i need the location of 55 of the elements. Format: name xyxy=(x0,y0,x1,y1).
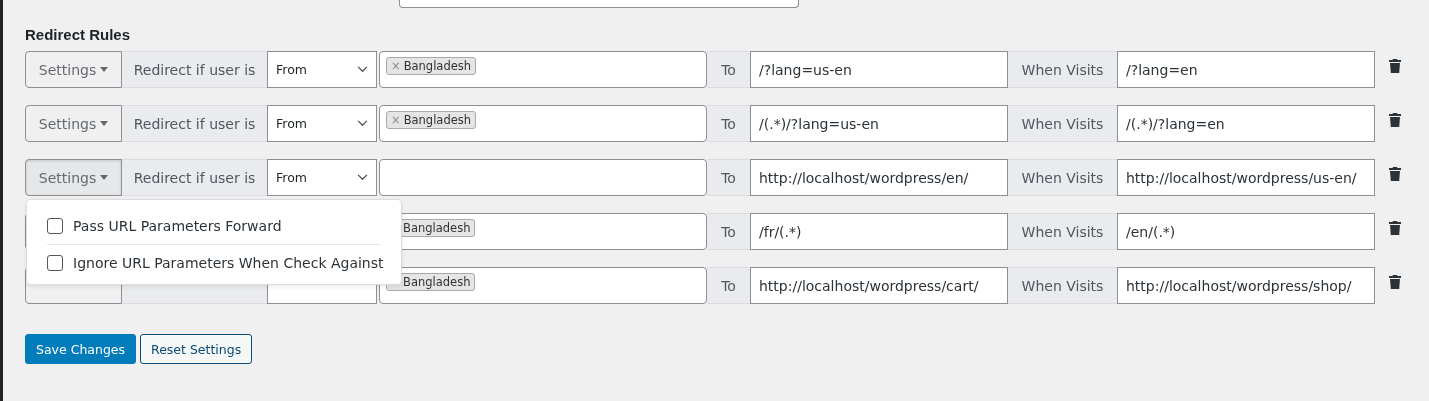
chevron-down-icon xyxy=(357,120,368,127)
mode-select[interactable]: From xyxy=(267,105,377,142)
when-visits-label: When Visits xyxy=(1008,159,1117,196)
delete-button[interactable] xyxy=(1389,167,1401,181)
when-visits-label: When Visits xyxy=(1008,105,1117,142)
when-visits-label: When Visits xyxy=(1008,213,1117,250)
input-field[interactable] xyxy=(399,0,799,8)
chevron-down-icon xyxy=(357,174,368,181)
visit-url-field[interactable]: http://localhost/wordpress/us-en/ xyxy=(1117,159,1375,196)
trash-icon xyxy=(1389,221,1401,235)
section-title: Redirect Rules xyxy=(25,26,132,43)
menu-option[interactable]: Pass URL Parameters Forward xyxy=(47,208,381,244)
to-label: To xyxy=(707,159,750,196)
checkbox[interactable] xyxy=(47,218,63,234)
condition-label: Redirect if user is xyxy=(122,51,267,88)
when-visits-label: When Visits xyxy=(1008,51,1117,88)
country-tags-field[interactable] xyxy=(379,159,707,196)
visit-url-field[interactable]: http://localhost/wordpress/shop/ xyxy=(1117,267,1375,304)
checkbox[interactable] xyxy=(47,255,63,271)
country-tags-field[interactable]: Bangladesh xyxy=(379,267,707,304)
country-tag: × Bangladesh xyxy=(386,111,477,129)
delete-button[interactable] xyxy=(1389,113,1401,127)
delete-button[interactable] xyxy=(1389,221,1401,235)
to-url-field[interactable]: /?lang=us-en xyxy=(750,51,1008,88)
to-url-field[interactable]: http://localhost/wordpress/cart/ xyxy=(750,267,1008,304)
mode-select[interactable]: From xyxy=(267,159,377,196)
chevron-down-icon xyxy=(357,66,368,73)
visit-url-field[interactable]: /en/(.*) xyxy=(1117,213,1375,250)
to-label: To xyxy=(707,51,750,88)
to-label: To xyxy=(707,267,750,304)
country-tags-field[interactable]: × Bangladesh xyxy=(379,51,707,88)
settings-dropdown-button[interactable]: Settings xyxy=(25,105,122,142)
trash-icon xyxy=(1389,59,1401,73)
settings-dropdown-button[interactable]: Settings xyxy=(25,51,122,88)
country-tags-field[interactable]: × Bangladesh xyxy=(379,105,707,142)
when-visits-label: When Visits xyxy=(1008,267,1117,304)
delete-button[interactable] xyxy=(1389,59,1401,73)
visit-url-field[interactable]: /(.*)/?lang=en xyxy=(1117,105,1375,142)
country-tag: × Bangladesh xyxy=(386,57,477,75)
to-url-field[interactable]: http://localhost/wordpress/en/ xyxy=(750,159,1008,196)
trash-icon xyxy=(1389,167,1401,181)
condition-label: Redirect if user is xyxy=(122,105,267,142)
save-button[interactable]: Save Changes xyxy=(25,334,137,364)
to-label: To xyxy=(707,105,750,142)
trash-icon xyxy=(1389,113,1401,127)
reset-button[interactable]: Reset Settings xyxy=(140,334,253,364)
visit-url-field[interactable]: /?lang=en xyxy=(1117,51,1375,88)
to-url-field[interactable]: /(.*)/?lang=us-en xyxy=(750,105,1008,142)
settings-dropdown-button[interactable]: Settings xyxy=(25,159,122,196)
mode-select[interactable]: From xyxy=(267,51,377,88)
trash-icon xyxy=(1389,275,1401,289)
condition-label: Redirect if user is xyxy=(122,159,267,196)
delete-button[interactable] xyxy=(1389,275,1401,289)
to-label: To xyxy=(707,213,750,250)
to-url-field[interactable]: /fr/(.*) xyxy=(750,213,1008,250)
